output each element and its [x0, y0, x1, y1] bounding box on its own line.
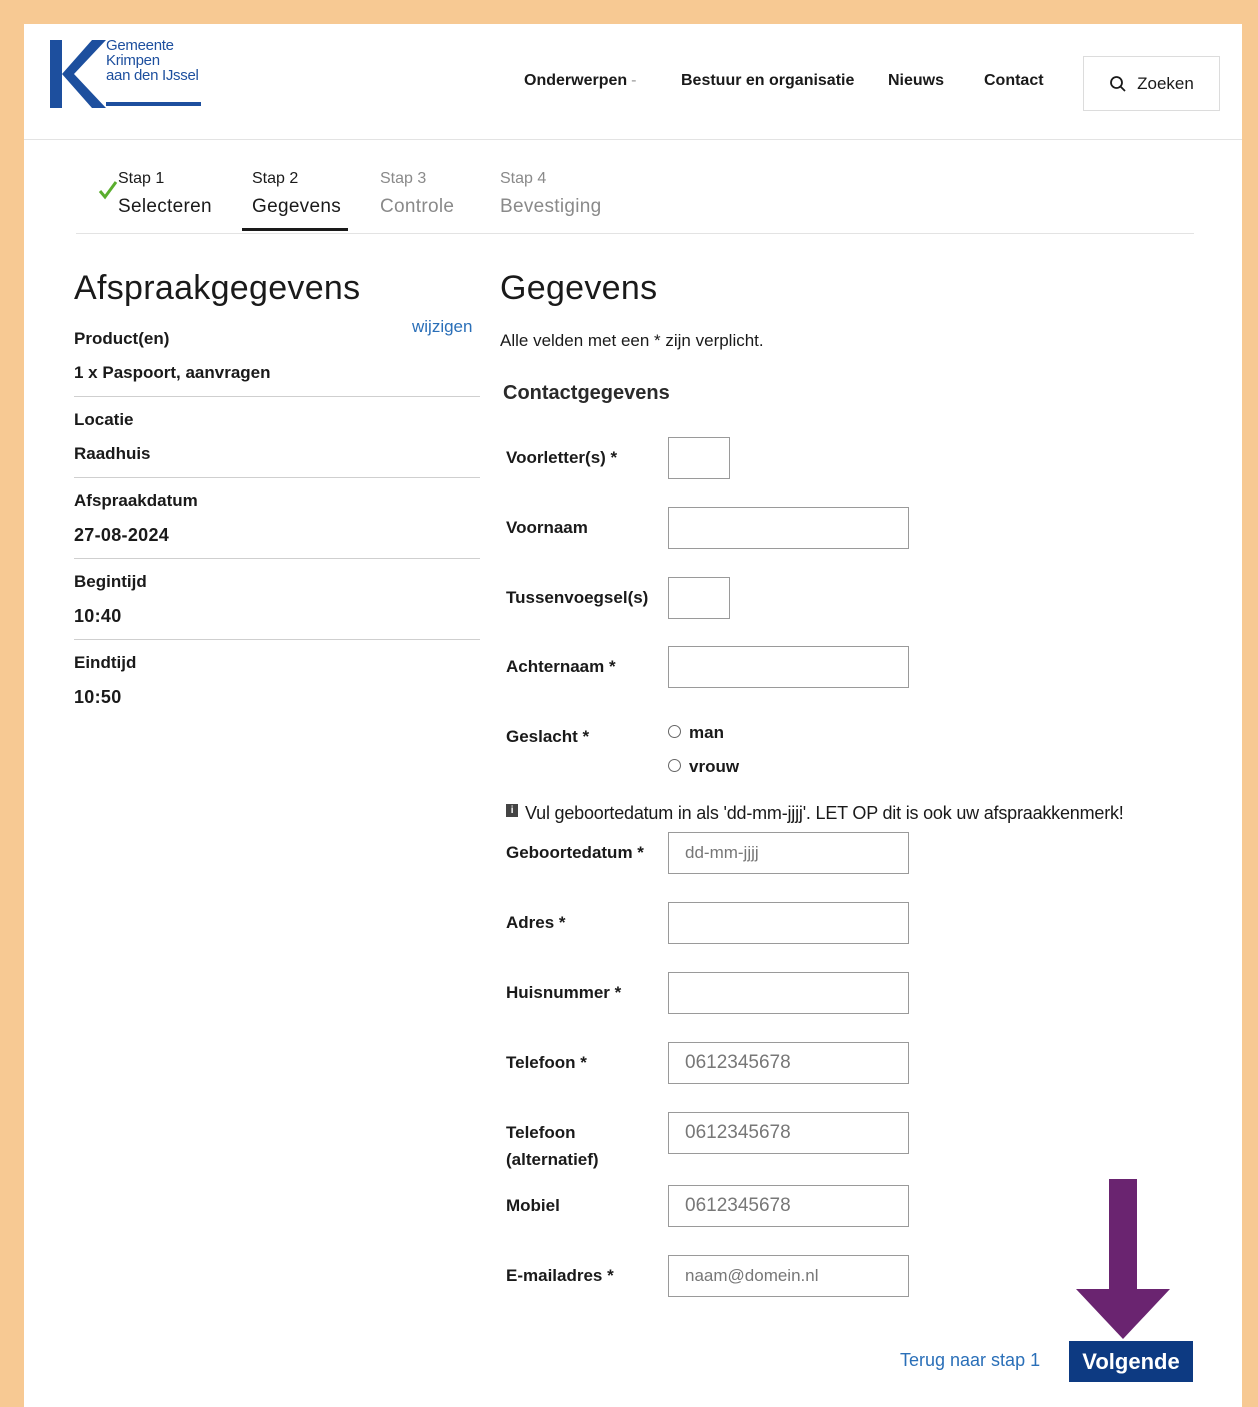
radio-man[interactable] — [668, 724, 681, 738]
address-input[interactable] — [668, 902, 909, 944]
step-number: Stap 1 — [118, 170, 165, 187]
initials-input[interactable] — [668, 437, 730, 479]
step-4: Stap 4 Bevestiging — [500, 170, 602, 218]
info-icon: i — [506, 804, 518, 817]
birthdate-input[interactable] — [668, 832, 909, 874]
summary-value: 10:40 — [74, 606, 122, 626]
summary-date: Afspraakdatum 27-08-2024 — [74, 478, 480, 559]
summary-label: Begintijd — [74, 572, 147, 591]
summary-label: Locatie — [74, 410, 134, 429]
firstname-input[interactable] — [668, 507, 909, 549]
summary-end-time: Eindtijd 10:50 — [74, 640, 480, 720]
page-frame: Gemeente Krimpen aan den IJssel Onderwer… — [24, 24, 1242, 1407]
nav-item-nieuws[interactable]: Nieuws — [888, 72, 944, 90]
summary-location: Locatie Raadhuis — [74, 397, 480, 478]
lastname-input[interactable] — [668, 646, 909, 688]
infix-input[interactable] — [668, 577, 730, 619]
nav-item-bestuur[interactable]: Bestuur en organisatie — [681, 72, 854, 90]
firstname-label: Voornaam — [506, 518, 588, 537]
step-label: Gegevens — [252, 196, 342, 217]
search-label: Zoeken — [1137, 73, 1194, 93]
infix-label: Tussenvoegsel(s) — [506, 588, 649, 607]
step-1[interactable]: Stap 1 Selecteren — [118, 170, 212, 218]
site-header: Gemeente Krimpen aan den IJssel Onderwer… — [24, 24, 1242, 140]
logo-line-3: aan den IJssel — [106, 67, 199, 84]
step-number: Stap 3 — [380, 170, 427, 187]
logo-k-icon — [50, 40, 106, 108]
gender-option-vrouw[interactable]: vrouw — [668, 757, 739, 777]
next-button[interactable]: Volgende — [1069, 1341, 1193, 1382]
housenumber-label: Huisnummer * — [506, 983, 622, 1002]
email-label: E-mailadres * — [506, 1266, 614, 1285]
edit-link[interactable]: wijzigen — [412, 317, 472, 337]
logo-text: Gemeente Krimpen aan den IJssel — [106, 38, 199, 83]
form-title: Gegevens — [500, 269, 658, 307]
phone-alt-input[interactable] — [668, 1112, 909, 1154]
search-icon — [1110, 75, 1126, 92]
check-icon — [98, 181, 118, 200]
radio-label: vrouw — [689, 757, 740, 776]
section-title: Contactgegevens — [503, 382, 670, 404]
step-label: Selecteren — [118, 196, 212, 217]
step-number: Stap 2 — [252, 170, 299, 187]
nav-item-onderwerpen[interactable]: Onderwerpen - — [524, 72, 636, 90]
search-button[interactable]: Zoeken — [1083, 56, 1220, 111]
phone-alt-label-line-1: Telefoon — [506, 1123, 576, 1142]
radio-label: man — [689, 723, 724, 742]
logo-underline — [106, 102, 201, 106]
required-note: Alle velden met een * zijn verplicht. — [500, 331, 764, 350]
housenumber-input[interactable] — [668, 972, 909, 1014]
email-input[interactable] — [668, 1255, 909, 1297]
birthdate-info: i Vul geboortedatum in als 'dd-mm-jjjj'.… — [506, 803, 1124, 824]
step-3: Stap 3 Controle — [380, 170, 454, 218]
site-logo[interactable]: Gemeente Krimpen aan den IJssel — [48, 38, 208, 110]
mobile-label: Mobiel — [506, 1196, 560, 1215]
phone-alt-label: Telefoon (alternatief) — [506, 1119, 656, 1173]
gender-option-man[interactable]: man — [668, 723, 724, 743]
summary-start-time: Begintijd 10:40 — [74, 559, 480, 640]
birthdate-label: Geboortedatum * — [506, 843, 644, 862]
radio-vrouw[interactable] — [668, 758, 681, 772]
summary-value: Raadhuis — [74, 444, 151, 463]
phone-alt-label-line-2: (alternatief) — [506, 1150, 599, 1169]
gender-label: Geslacht * — [506, 727, 590, 746]
nav-item-contact[interactable]: Contact — [984, 72, 1044, 90]
step-label: Controle — [380, 196, 455, 217]
info-text: Vul geboortedatum in als 'dd-mm-jjjj'. L… — [525, 803, 1124, 823]
back-link[interactable]: Terug naar stap 1 — [900, 1350, 1040, 1371]
summary-value: 10:50 — [74, 687, 122, 707]
lastname-label: Achternaam * — [506, 657, 616, 676]
summary-value: 27-08-2024 — [74, 525, 170, 545]
step-2: Stap 2 Gegevens — [252, 170, 341, 218]
summary-value: 1 x Paspoort, aanvragen — [74, 363, 271, 382]
details-form: Gegevens Alle velden met een * zijn verp… — [500, 269, 1200, 1297]
active-step-indicator — [242, 228, 348, 231]
appointment-summary: Afspraakgegevens wijzigen Product(en) 1 … — [74, 269, 480, 720]
address-label: Adres * — [506, 913, 566, 932]
step-label: Bevestiging — [500, 196, 602, 217]
initials-label: Voorletter(s) * — [506, 448, 618, 467]
mobile-input[interactable] — [668, 1185, 909, 1227]
summary-label: Afspraakdatum — [74, 491, 198, 510]
phone-label: Telefoon * — [506, 1053, 587, 1072]
arrow-down-icon — [1076, 1179, 1170, 1339]
summary-label: Eindtijd — [74, 653, 137, 672]
phone-input[interactable] — [668, 1042, 909, 1084]
progress-steps: Stap 1 Selecteren Stap 2 Gegevens Stap 3… — [76, 164, 1194, 234]
summary-title: Afspraakgegevens — [74, 269, 361, 307]
chevron-down-icon: - — [631, 72, 637, 89]
step-number: Stap 4 — [500, 170, 547, 187]
